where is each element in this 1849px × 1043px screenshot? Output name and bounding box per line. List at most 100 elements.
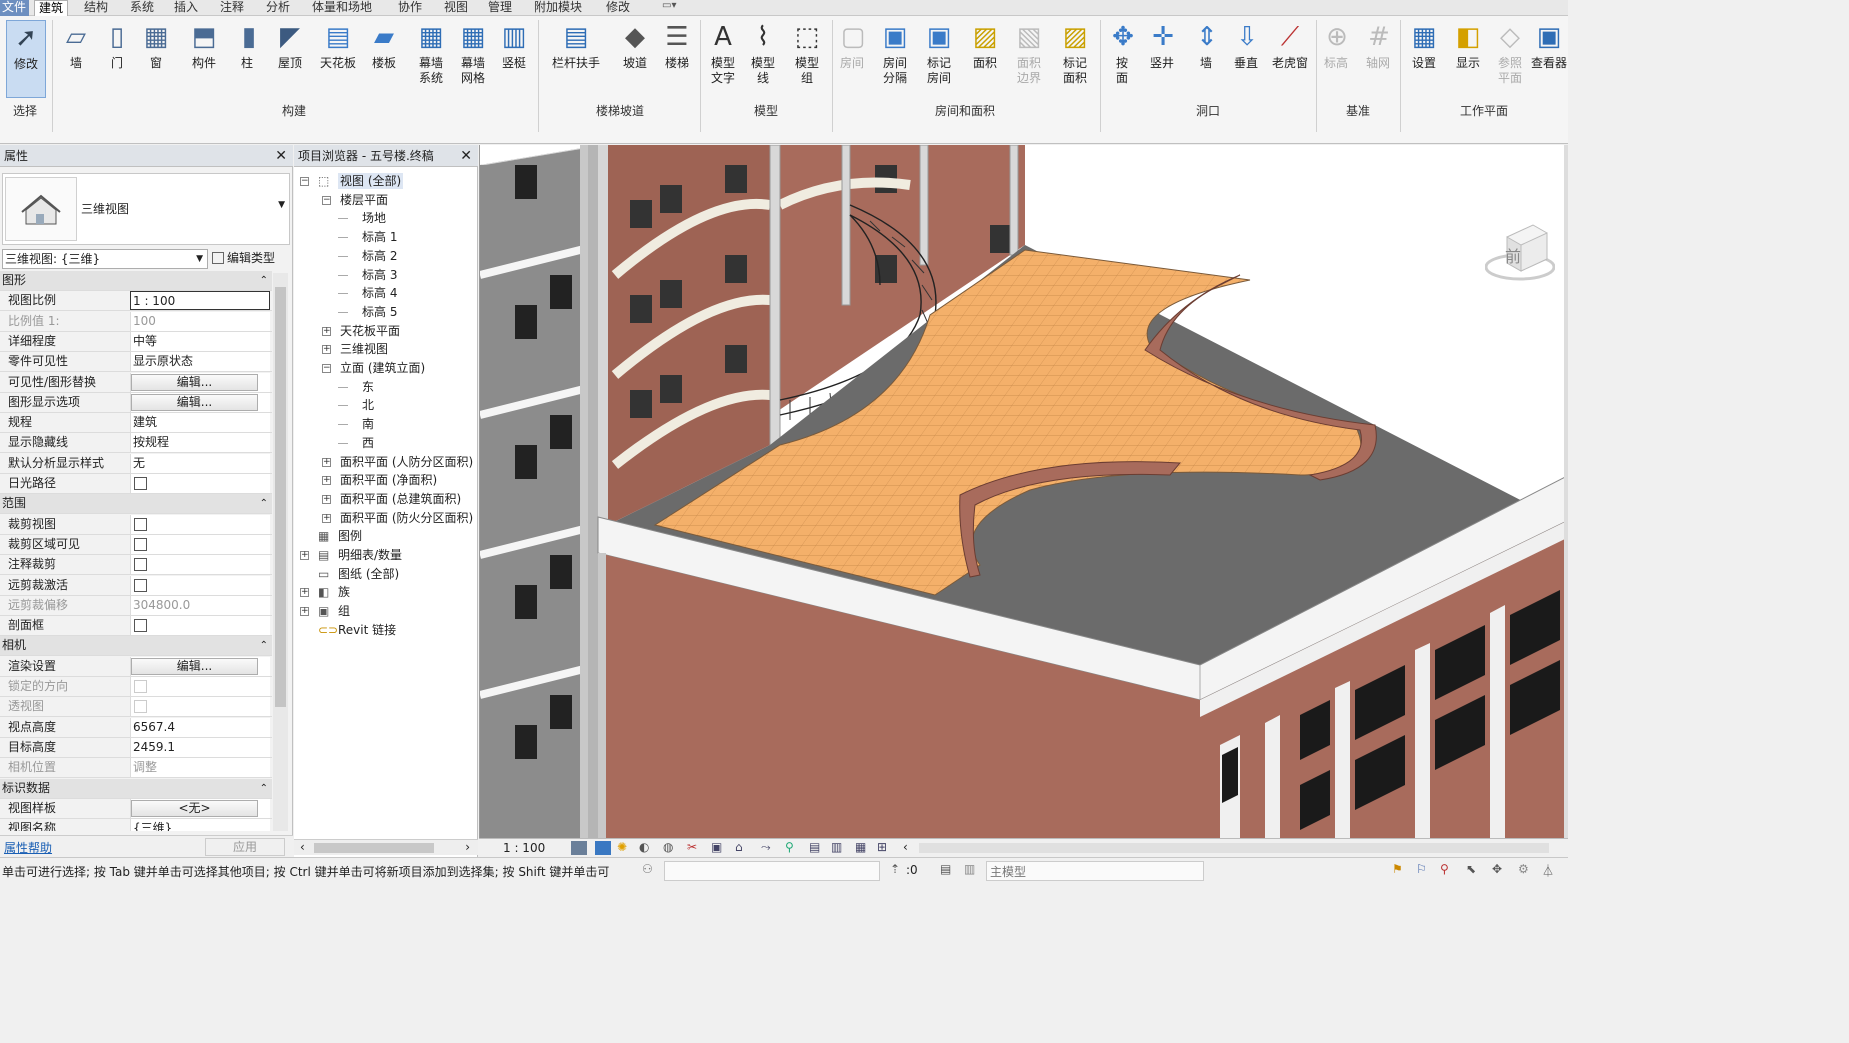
- collapse-icon[interactable]: −: [322, 364, 331, 373]
- ribbon-button-vertical-opening[interactable]: ⇩ 垂直: [1230, 20, 1262, 71]
- property-checkbox[interactable]: [134, 578, 147, 592]
- ribbon-button-dormer[interactable]: ⟋ 老虎窗: [1270, 20, 1310, 71]
- property-group-header[interactable]: 相机 ⌃: [0, 636, 272, 657]
- expand-icon[interactable]: +: [300, 607, 309, 617]
- close-icon[interactable]: ✕: [275, 145, 287, 167]
- property-value[interactable]: 1 : 100: [130, 291, 270, 311]
- scroll-left-icon[interactable]: ‹: [300, 840, 305, 854]
- ribbon-button-model-group[interactable]: ⬚ 模型 组: [788, 20, 826, 86]
- ribbon-button-modify-cursor[interactable]: ➚ 修改: [6, 20, 46, 98]
- ribbon-group-label[interactable]: 房间和面积: [832, 102, 1098, 119]
- menu-tab[interactable]: 视图: [444, 0, 468, 16]
- ribbon-button-tag-room[interactable]: ▣ 标记 房间: [920, 20, 958, 86]
- ribbon-button-model-line[interactable]: ⌇ 模型 线: [746, 20, 780, 86]
- menu-tab[interactable]: 附加模块: [534, 0, 582, 16]
- properties-scrollbar[interactable]: [273, 273, 288, 831]
- property-edit-button[interactable]: 编辑...: [131, 657, 258, 675]
- ribbon-button-by-face[interactable]: ✥ 按 面: [1106, 20, 1138, 86]
- viewport-vscrollbar[interactable]: [1564, 145, 1568, 838]
- select-underlay-icon[interactable]: ⚐: [1416, 862, 1427, 876]
- design-option-selector[interactable]: 主模型: [986, 861, 1204, 881]
- browser-node[interactable]: 面积平面 (净面积): [340, 472, 437, 488]
- ribbon-button-roof[interactable]: ◤ 屋顶: [272, 20, 308, 71]
- constraints-icon[interactable]: ⊞: [877, 840, 887, 854]
- expand-icon[interactable]: +: [322, 494, 331, 504]
- ribbon-button-wall-opening[interactable]: ⇕ 墙: [1190, 20, 1222, 71]
- scroll-left-icon[interactable]: ‹: [903, 840, 908, 854]
- browser-node[interactable]: 楼层平面: [340, 192, 388, 208]
- property-checkbox[interactable]: [134, 558, 147, 572]
- ribbon-button-wall[interactable]: ▱ 墙: [58, 20, 94, 71]
- browser-node[interactable]: 标高 1: [362, 229, 397, 245]
- design-option-icon[interactable]: ▥: [964, 862, 975, 876]
- menu-tab[interactable]: 建筑: [34, 0, 69, 16]
- detail-level-icon[interactable]: [571, 841, 587, 855]
- browser-node[interactable]: 立面 (建筑立面): [340, 360, 425, 376]
- property-group-header[interactable]: 范围 ⌃: [0, 494, 272, 515]
- expand-icon[interactable]: +: [322, 326, 331, 336]
- property-value[interactable]: 6567.4: [130, 717, 270, 737]
- select-by-face-icon[interactable]: ⬉: [1466, 862, 1476, 876]
- temp-hide-icon[interactable]: ⤳: [761, 840, 771, 855]
- menu-tab[interactable]: 修改: [606, 0, 630, 16]
- property-value[interactable]: {三维}: [130, 819, 270, 831]
- browser-node[interactable]: 标高 5: [362, 304, 397, 320]
- browser-node[interactable]: 视图 (全部): [338, 173, 404, 189]
- menu-tab[interactable]: 管理: [488, 0, 512, 16]
- property-value[interactable]: 显示原状态: [130, 352, 270, 372]
- scroll-thumb[interactable]: [275, 287, 286, 707]
- instance-selector[interactable]: 三维视图: {三维} ▼: [2, 249, 208, 269]
- ribbon-button-model-text[interactable]: A 模型 文字: [704, 20, 742, 86]
- property-edit-button[interactable]: 编辑...: [131, 373, 258, 391]
- view-cube-face-label[interactable]: 前: [1505, 243, 1521, 267]
- collapse-icon[interactable]: ⌃: [260, 271, 268, 290]
- ribbon-button-ref-plane[interactable]: ◇ 参照 平面: [1492, 20, 1528, 86]
- ribbon-button-door[interactable]: ▯ 门: [100, 20, 134, 71]
- menu-tab[interactable]: 结构: [84, 0, 108, 16]
- browser-hscrollbar[interactable]: ‹ ›: [294, 839, 478, 855]
- design-options-icon[interactable]: ▤: [940, 862, 951, 876]
- property-group-header[interactable]: 图形 ⌃: [0, 271, 272, 291]
- ribbon-button-stair[interactable]: ☰ 楼梯: [660, 20, 694, 71]
- view-scale[interactable]: 1 : 100: [503, 841, 545, 855]
- property-value[interactable]: 无: [130, 453, 270, 473]
- property-edit-button[interactable]: <无>: [131, 799, 258, 817]
- ribbon-button-ramp[interactable]: ◆ 坡道: [618, 20, 652, 71]
- expand-icon[interactable]: +: [322, 457, 331, 467]
- viewport-hscrollbar[interactable]: [919, 843, 1549, 853]
- ribbon-button-show-workplane[interactable]: ◧ 显示: [1450, 20, 1486, 71]
- show-analytical-icon[interactable]: ▥: [831, 840, 842, 854]
- background-process-icon[interactable]: ⚙: [1518, 862, 1529, 876]
- collapse-icon[interactable]: −: [322, 195, 331, 205]
- filter-icon[interactable]: ⏃: [1542, 862, 1554, 879]
- browser-node[interactable]: 图例: [338, 528, 362, 544]
- collapse-icon[interactable]: ⌃: [260, 636, 268, 655]
- ribbon-button-column[interactable]: ▮ 柱: [232, 20, 262, 71]
- scroll-right-icon[interactable]: ›: [465, 840, 470, 854]
- browser-node[interactable]: 标高 2: [362, 248, 397, 264]
- browser-node[interactable]: 东: [362, 379, 374, 395]
- reveal-hidden-icon[interactable]: ⚲: [785, 840, 794, 854]
- ribbon-button-area-boundary[interactable]: ▧ 面积 边界: [1010, 20, 1048, 86]
- browser-node[interactable]: 标高 3: [362, 267, 397, 283]
- 3d-model-render[interactable]: [480, 145, 1568, 838]
- browser-node[interactable]: 图纸 (全部): [338, 566, 399, 582]
- browser-node[interactable]: 面积平面 (防火分区面积): [340, 510, 473, 526]
- ribbon-button-set-workplane[interactable]: ▦ 设置: [1406, 20, 1442, 71]
- property-value[interactable]: 2459.1: [130, 737, 270, 757]
- ribbon-button-area[interactable]: ▨ 面积: [966, 20, 1004, 71]
- ribbon-button-room-separator[interactable]: ▣ 房间 分隔: [876, 20, 914, 86]
- quick-access-dropdown-icon[interactable]: ▭▾: [662, 0, 676, 11]
- unlock-view-icon[interactable]: ⌂: [735, 840, 743, 854]
- ribbon-button-curtain-grid[interactable]: ▦ 幕墙 网格: [454, 20, 492, 86]
- highlight-icon[interactable]: ▦: [855, 840, 866, 854]
- 3d-viewport[interactable]: 前: [479, 145, 1568, 838]
- properties-help-link[interactable]: 属性帮助: [4, 839, 52, 856]
- browser-node[interactable]: 标高 4: [362, 285, 397, 301]
- crop-view-icon[interactable]: ✂: [687, 840, 697, 854]
- browser-node[interactable]: 西: [362, 435, 374, 451]
- type-selector[interactable]: 三维视图 ▼: [2, 173, 290, 245]
- menu-tab[interactable]: 分析: [266, 0, 290, 16]
- browser-node[interactable]: 三维视图: [340, 341, 388, 357]
- render-icon[interactable]: ◍: [663, 840, 673, 854]
